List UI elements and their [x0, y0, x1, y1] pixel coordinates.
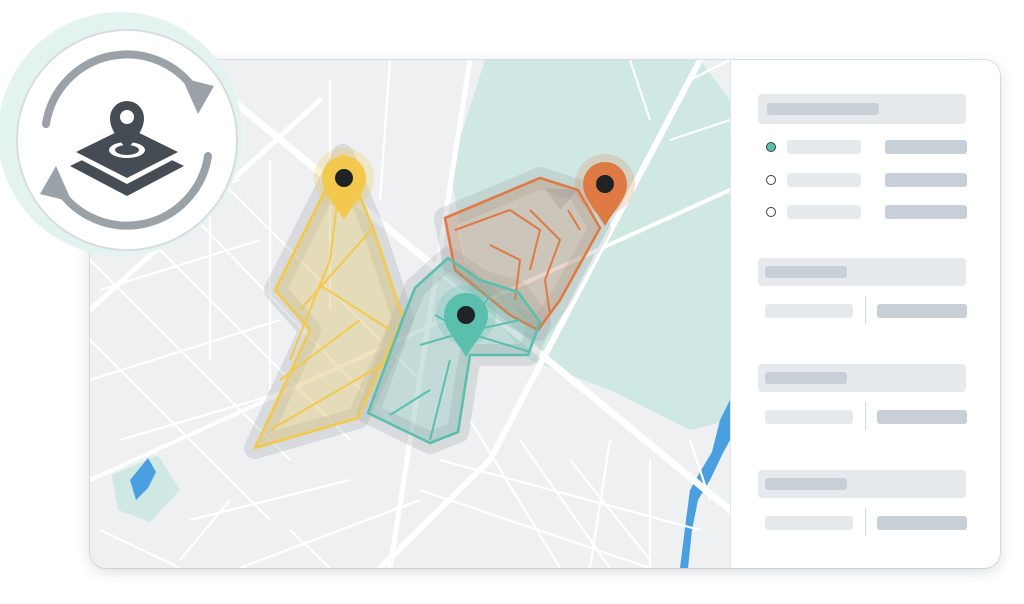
field-label — [765, 410, 853, 424]
field-label — [765, 516, 853, 530]
radio-option-value — [885, 205, 967, 219]
radio-option-label — [787, 173, 861, 187]
field-label — [765, 304, 853, 318]
field-divider — [865, 402, 866, 430]
field-value[interactable] — [877, 516, 967, 530]
field-divider — [865, 508, 866, 536]
side-panel — [730, 60, 1000, 568]
section-title — [765, 478, 847, 490]
map-layers-badge — [0, 0, 260, 270]
field-divider — [865, 296, 866, 324]
field-value[interactable] — [877, 410, 967, 424]
radio-option-label — [787, 205, 861, 219]
section-title — [765, 372, 847, 384]
radio-option-label — [787, 140, 861, 154]
radio-option-value — [885, 140, 967, 154]
panel-header-title — [767, 103, 879, 115]
radio-option[interactable] — [766, 175, 776, 185]
radio-option-value — [885, 173, 967, 187]
section-title — [765, 266, 847, 278]
radio-option[interactable] — [766, 207, 776, 217]
radio-option[interactable] — [766, 142, 776, 152]
field-value[interactable] — [877, 304, 967, 318]
